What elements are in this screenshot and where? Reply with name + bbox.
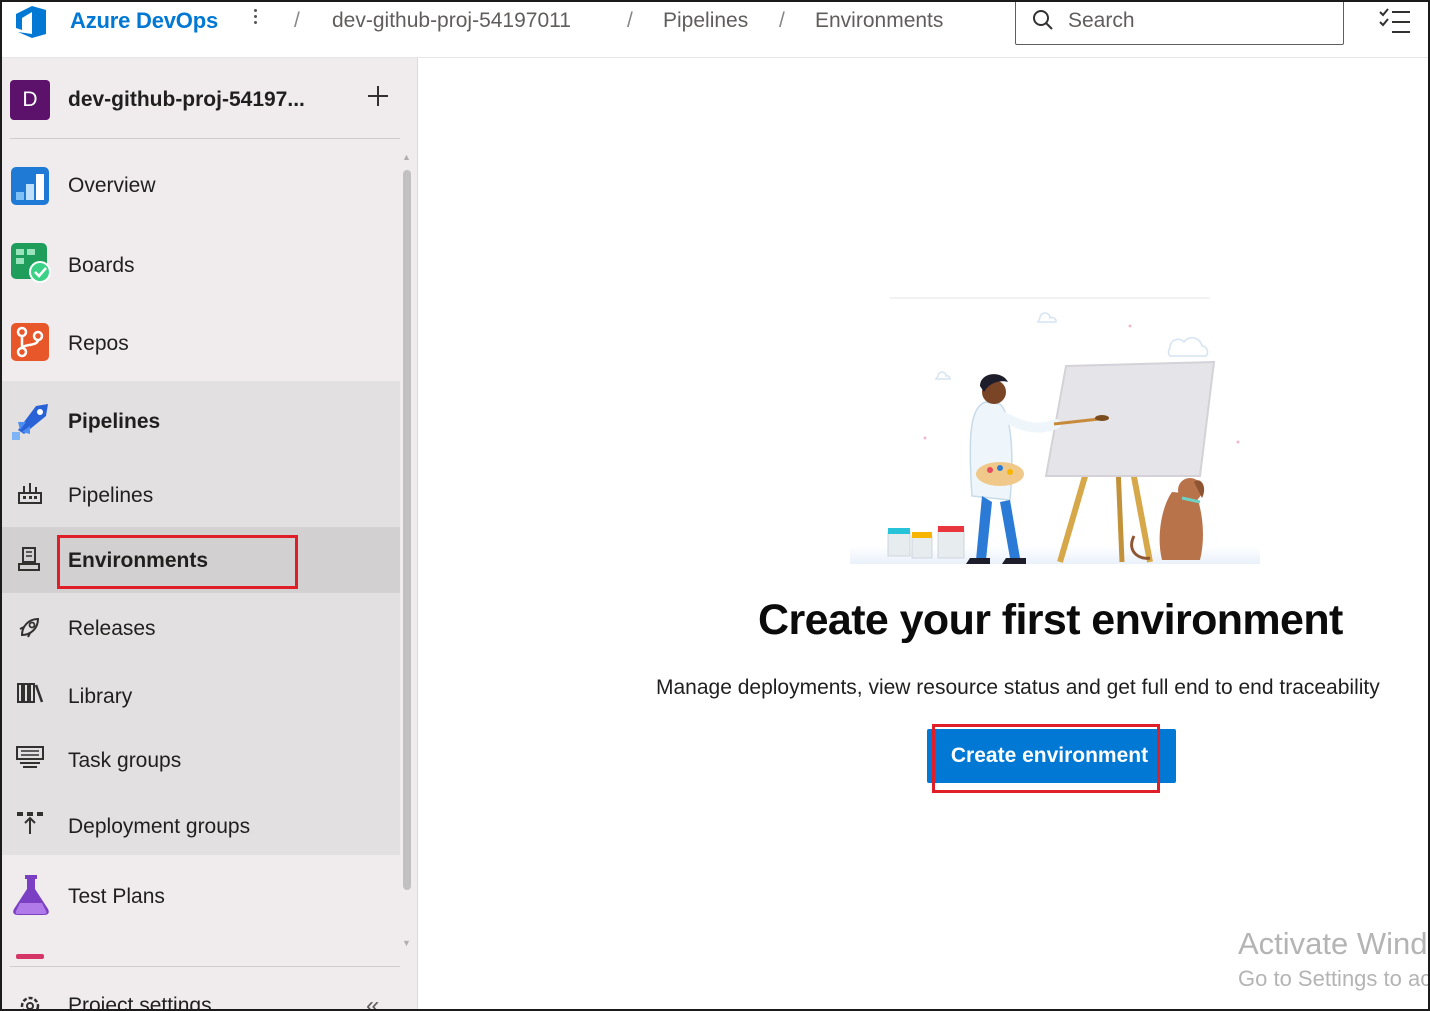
gear-icon xyxy=(20,996,40,1011)
breadcrumb-separator: / xyxy=(294,9,300,32)
task-groups-icon xyxy=(16,746,44,768)
breadcrumb-environments[interactable]: Environments xyxy=(815,9,943,33)
library-icon xyxy=(17,683,44,703)
sidebar-item-label: Project settings xyxy=(68,994,212,1011)
deployment-groups-icon xyxy=(17,812,43,834)
releases-icon xyxy=(19,617,40,638)
divider xyxy=(10,966,400,967)
sidebar-item-pipelines[interactable]: Pipelines xyxy=(0,384,400,458)
project-avatar[interactable]: D xyxy=(10,80,50,120)
sidebar: D dev-github-proj-54197... Overview Boar… xyxy=(0,58,418,1011)
sidebar-item-releases[interactable]: Releases xyxy=(0,595,400,659)
test-plans-icon xyxy=(13,875,49,915)
sidebar-item-test-plans[interactable]: Test Plans xyxy=(0,861,400,931)
sidebar-item-overview[interactable]: Overview xyxy=(0,152,400,222)
sidebar-item-label: Pipelines xyxy=(68,484,154,507)
create-environment-button[interactable]: Create environment xyxy=(927,729,1176,783)
repos-icon xyxy=(11,323,49,361)
sidebar-item-label: Repos xyxy=(68,332,129,355)
brand-name[interactable]: Azure DevOps xyxy=(70,8,218,34)
sidebar-item-label: Test Plans xyxy=(68,885,165,908)
breadcrumb-pipelines[interactable]: Pipelines xyxy=(663,9,748,33)
sidebar-item-label: Pipelines xyxy=(68,410,161,433)
more-options-icon[interactable] xyxy=(248,6,262,30)
add-icon[interactable] xyxy=(362,80,394,112)
collapse-sidebar-icon[interactable]: « xyxy=(366,992,379,1011)
scroll-down-arrow-icon[interactable]: ▼ xyxy=(402,938,411,948)
painter-illustration xyxy=(850,297,1260,564)
windows-activation-watermark: Activate Windows Go to Settings to activ… xyxy=(1238,926,1430,992)
sidebar-item-library[interactable]: Library xyxy=(0,661,400,725)
sidebar-item-project-settings[interactable]: Project settings xyxy=(0,986,400,1011)
scroll-up-arrow-icon[interactable]: ▲ xyxy=(402,152,411,162)
project-header: D dev-github-proj-54197... xyxy=(0,58,400,138)
empty-state-description: Manage deployments, view resource status… xyxy=(656,676,1380,699)
sidebar-item-label: Library xyxy=(68,685,133,708)
sidebar-item-task-groups[interactable]: Task groups xyxy=(0,727,400,791)
sidebar-item-label: Boards xyxy=(68,254,135,277)
boards-icon xyxy=(11,243,51,283)
artifacts-icon[interactable] xyxy=(16,954,44,959)
sidebar-item-label: Releases xyxy=(68,617,156,640)
sidebar-item-deployment-groups[interactable]: Deployment groups xyxy=(0,793,400,855)
top-bar: Azure DevOps / dev-github-proj-54197011 … xyxy=(0,0,1430,58)
watermark-line-2: Go to Settings to activate Windows. xyxy=(1238,966,1430,991)
sidebar-item-label: Deployment groups xyxy=(68,815,251,838)
divider xyxy=(10,138,400,139)
breadcrumb-separator: / xyxy=(627,9,633,32)
sidebar-item-boards[interactable]: Boards xyxy=(0,230,400,300)
pipelines-sub-icon xyxy=(18,483,42,504)
pipelines-icon xyxy=(12,404,48,440)
breadcrumb-project[interactable]: dev-github-proj-54197011 xyxy=(332,9,571,33)
task-list-icon[interactable] xyxy=(1378,6,1412,36)
search-box[interactable] xyxy=(1015,0,1344,45)
watermark-line-1: Activate Windows xyxy=(1238,926,1430,961)
sidebar-scrollbar[interactable] xyxy=(403,170,411,890)
sidebar-item-pipelines-sub[interactable]: Pipelines xyxy=(0,461,400,527)
sidebar-item-environments[interactable]: Environments xyxy=(0,527,400,593)
search-input[interactable] xyxy=(1068,7,1328,35)
environments-icon xyxy=(18,547,40,571)
empty-state-heading: Create your first environment xyxy=(758,596,1343,644)
overview-icon xyxy=(11,167,49,205)
breadcrumb-separator: / xyxy=(779,9,785,32)
search-icon xyxy=(1033,10,1053,30)
sidebar-item-label: Environments xyxy=(68,549,209,572)
azure-devops-logo-icon[interactable] xyxy=(12,4,52,40)
project-name[interactable]: dev-github-proj-54197... xyxy=(68,88,305,112)
sidebar-item-label: Overview xyxy=(68,174,156,197)
sidebar-item-label: Task groups xyxy=(68,749,182,772)
sidebar-item-repos[interactable]: Repos xyxy=(0,310,400,380)
